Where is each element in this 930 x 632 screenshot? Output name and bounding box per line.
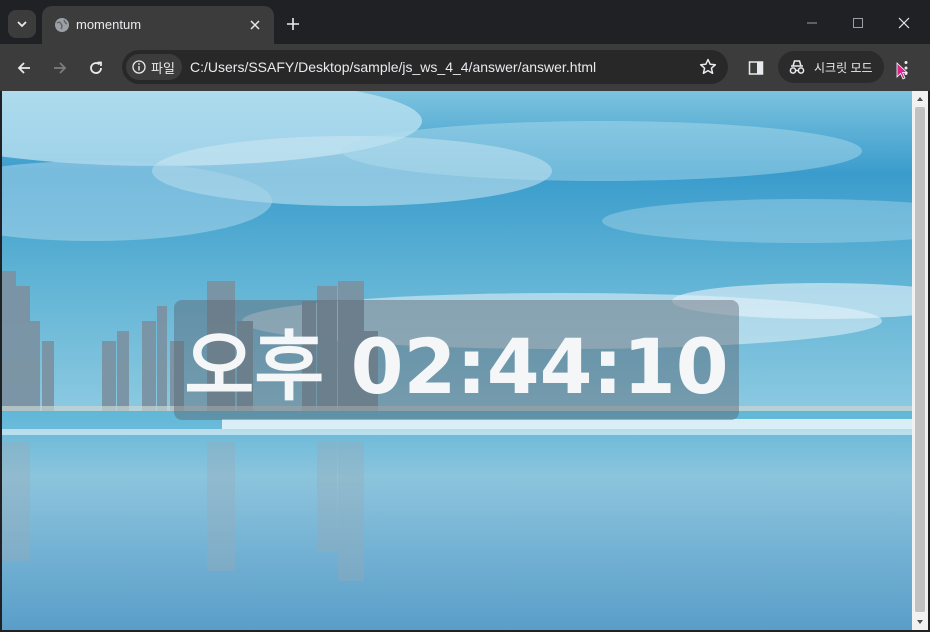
address-bar[interactable]: 파일 C:/Users/SSAFY/Desktop/sample/js_ws_4… bbox=[122, 50, 728, 84]
scroll-thumb[interactable] bbox=[915, 107, 925, 612]
globe-icon bbox=[55, 18, 69, 32]
close-icon bbox=[250, 20, 260, 30]
tab-strip: momentum bbox=[0, 0, 930, 44]
back-button[interactable] bbox=[10, 54, 38, 82]
new-tab-button[interactable] bbox=[282, 13, 304, 35]
site-chip-label: 파일 bbox=[151, 60, 175, 76]
incognito-indicator[interactable]: 시크릿 모드 bbox=[778, 51, 884, 83]
mouse-cursor-icon bbox=[896, 62, 908, 80]
browser-window: momentum 파일 C:/Users/SSAFY/Desktop/sampl… bbox=[0, 0, 930, 632]
clock-panel: 오후 02:44:10 bbox=[174, 300, 739, 420]
side-panel-button[interactable] bbox=[742, 54, 770, 82]
toolbar: 파일 C:/Users/SSAFY/Desktop/sample/js_ws_4… bbox=[0, 44, 930, 91]
minimize-icon bbox=[807, 22, 817, 24]
maximize-icon bbox=[853, 18, 863, 28]
tab-momentum[interactable]: momentum bbox=[42, 6, 274, 44]
scroll-up-arrow-icon[interactable] bbox=[916, 95, 924, 103]
forward-button[interactable] bbox=[46, 54, 74, 82]
minimize-button[interactable] bbox=[792, 8, 832, 38]
tab-title: momentum bbox=[76, 17, 142, 32]
side-panel-icon bbox=[748, 61, 764, 75]
incognito-label: 시크릿 모드 bbox=[814, 60, 873, 75]
maximize-button[interactable] bbox=[838, 8, 878, 38]
back-arrow-icon bbox=[17, 62, 30, 74]
plus-icon bbox=[287, 18, 299, 30]
site-info-chip[interactable]: 파일 bbox=[126, 54, 182, 80]
close-window-button[interactable] bbox=[884, 8, 924, 38]
page-viewport: 오후 02:44:10 bbox=[2, 91, 912, 630]
scroll-down-arrow-icon[interactable] bbox=[916, 618, 924, 626]
close-icon bbox=[898, 17, 910, 29]
star-icon[interactable] bbox=[698, 57, 718, 77]
reload-icon bbox=[90, 61, 102, 74]
tab-search-button[interactable] bbox=[8, 10, 36, 38]
forward-arrow-icon bbox=[54, 62, 67, 74]
vertical-scrollbar[interactable] bbox=[912, 91, 928, 630]
incognito-icon bbox=[789, 60, 805, 74]
info-icon bbox=[132, 60, 146, 74]
chevron-down-icon bbox=[17, 21, 27, 28]
reload-button[interactable] bbox=[82, 54, 110, 82]
tab-close-button[interactable] bbox=[246, 16, 264, 34]
clock-time: 오후 02:44:10 bbox=[184, 322, 729, 411]
url-text[interactable]: C:/Users/SSAFY/Desktop/sample/js_ws_4_4/… bbox=[190, 59, 596, 75]
